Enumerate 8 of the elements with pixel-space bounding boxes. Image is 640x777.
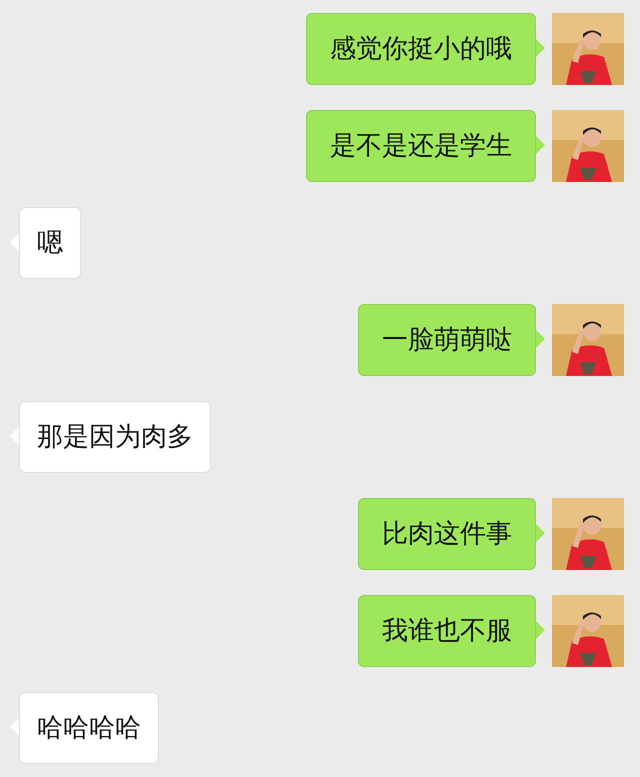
message-bubble: 是不是还是学生 <box>306 110 545 182</box>
message-bubble: 嗯 <box>10 207 81 279</box>
message-bubble: 哈哈哈哈 <box>10 692 159 764</box>
message-bubble: 比肉这件事 <box>358 498 545 570</box>
message-bubble: 那是因为肉多 <box>10 401 211 473</box>
message-bubble: 感觉你挺小的哦 <box>306 13 545 85</box>
message-bubble: 我谁也不服 <box>358 595 545 667</box>
message-bubble: 一脸萌萌哒 <box>358 304 545 376</box>
